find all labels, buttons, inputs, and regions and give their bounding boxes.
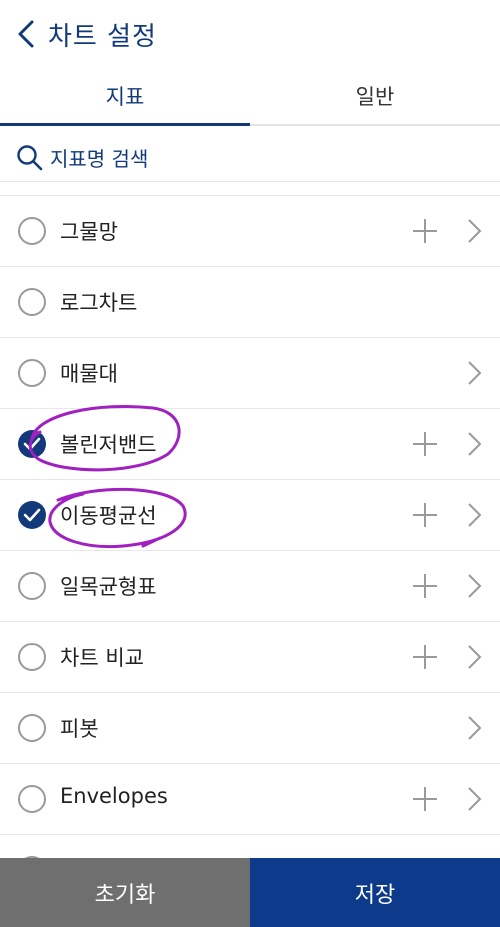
radio-button-checked[interactable]	[18, 501, 46, 529]
page-title: 차트 설정	[48, 22, 157, 52]
radio-button[interactable]	[18, 785, 46, 813]
list-item-label: 로그차트	[60, 291, 138, 315]
chevron-right-icon[interactable]	[464, 642, 484, 672]
list-item[interactable]: Envelopes	[0, 764, 500, 835]
add-icon[interactable]	[410, 216, 440, 246]
chevron-right-icon[interactable]	[464, 571, 484, 601]
list-item[interactable]	[0, 835, 500, 858]
list-item[interactable]: 볼린저밴드	[0, 409, 500, 480]
tab-bar: 지표 일반	[0, 68, 500, 126]
list-item[interactable]: 매물대	[0, 338, 500, 409]
chevron-right-icon[interactable]	[464, 500, 484, 530]
list-item[interactable]: 로그차트	[0, 267, 500, 338]
back-button[interactable]	[14, 18, 40, 50]
list-item[interactable]: 이동평균선	[0, 480, 500, 551]
search-icon	[17, 144, 43, 170]
list-item[interactable]: 일목균형표	[0, 551, 500, 622]
add-icon[interactable]	[410, 784, 440, 814]
radio-button-checked[interactable]	[18, 430, 46, 458]
list-item-label: 그물망	[60, 220, 118, 244]
indicator-list: 그물망 로그차트 매물대 볼린저밴드 이동평균선 일목균형표 차트 비교 피봇 …	[0, 195, 500, 858]
header: 차트 설정	[0, 0, 500, 68]
radio-button[interactable]	[18, 572, 46, 600]
chevron-left-icon	[18, 20, 34, 48]
radio-button[interactable]	[18, 217, 46, 245]
add-icon[interactable]	[410, 500, 440, 530]
list-item-label: 차트 비교	[60, 646, 144, 670]
save-button[interactable]: 저장	[250, 858, 500, 927]
reset-button[interactable]: 초기화	[0, 858, 250, 927]
list-item-label: 피봇	[60, 717, 99, 741]
add-icon[interactable]	[410, 571, 440, 601]
chevron-right-icon[interactable]	[464, 358, 484, 388]
radio-button[interactable]	[18, 643, 46, 671]
chevron-right-icon[interactable]	[464, 429, 484, 459]
search-input[interactable]: 지표명 검색	[0, 134, 500, 182]
list-item[interactable]: 차트 비교	[0, 622, 500, 693]
chevron-right-icon[interactable]	[464, 713, 484, 743]
list-item-label: Envelopes	[60, 784, 168, 808]
check-icon	[23, 437, 41, 451]
radio-button[interactable]	[18, 714, 46, 742]
radio-button[interactable]	[18, 288, 46, 316]
check-icon	[23, 508, 41, 522]
add-icon[interactable]	[410, 642, 440, 672]
list-item-label: 매물대	[60, 362, 118, 386]
tab-general[interactable]: 일반	[250, 68, 500, 124]
list-item-label: 볼린저밴드	[60, 433, 157, 457]
list-item[interactable]: 그물망	[0, 196, 500, 267]
tab-indicators[interactable]: 지표	[0, 68, 250, 126]
chevron-right-icon[interactable]	[464, 216, 484, 246]
radio-button[interactable]	[18, 359, 46, 387]
list-item-label: 이동평균선	[60, 504, 157, 528]
footer-bar: 초기화 저장	[0, 858, 500, 927]
chevron-right-icon[interactable]	[464, 784, 484, 814]
add-icon[interactable]	[410, 429, 440, 459]
search-placeholder: 지표명 검색	[50, 147, 149, 171]
list-item[interactable]: 피봇	[0, 693, 500, 764]
list-item-label: 일목균형표	[60, 575, 157, 599]
